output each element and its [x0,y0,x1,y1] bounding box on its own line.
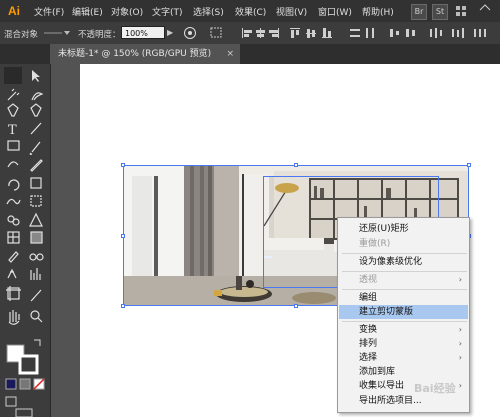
opacity-label: 不透明度： [78,30,121,40]
menu-separator [342,253,467,254]
artboard-tool-icon[interactable] [5,285,21,301]
menu-item-select-label: 选择 [359,353,378,363]
menu-item-redo[interactable]: 重做(R) [339,237,468,251]
document-tab[interactable]: 未标题-1* @ 150% (RGB/GPU 预览) × [50,44,240,64]
submenu-arrow-icon: › [458,339,462,348]
menu-bar: Ai 文件(F) 编辑(E) 对象(O) 文字(T) 选择(S) 效果(C) 视… [0,0,500,22]
menu-item-arrange[interactable]: 排列 › [339,337,468,351]
symbol-sprayer-tool-icon[interactable] [5,267,21,283]
resize-handle-top-left[interactable] [121,163,125,167]
menu-item-perspective[interactable]: 透视 › [339,273,468,287]
hand-tool-icon[interactable] [5,308,21,324]
free-transform-tool-icon[interactable] [28,194,44,210]
graph-tool-icon[interactable] [28,267,44,283]
stroke-selector[interactable] [42,28,70,38]
submenu-arrow-icon: › [458,275,462,284]
menu-item-select[interactable]: 选择 › [339,351,468,365]
scale-tool-icon[interactable] [28,176,44,192]
menu-item-transform-label: 变换 [359,325,378,335]
watermark: Bai经验 [414,382,456,395]
draw-mode-icon[interactable] [6,397,16,406]
none-mode-icon[interactable] [34,379,44,389]
menu-type[interactable]: 文字(T) [152,5,183,18]
menu-view[interactable]: 视图(V) [276,5,307,18]
submenu-arrow-icon: › [458,381,462,390]
blend-tool-icon[interactable] [28,249,44,265]
zoom-tool-icon[interactable] [28,308,44,324]
menu-file[interactable]: 文件(F) [34,5,64,18]
fill-stroke-swatches[interactable] [7,345,37,373]
gradient-mode-icon[interactable] [20,379,30,389]
menu-item-collect-label: 收集以导出 [359,381,405,391]
selection-tool-icon[interactable] [4,67,22,84]
menu-item-transform[interactable]: 变换 › [339,323,468,337]
swap-fill-stroke-icon[interactable] [34,340,42,348]
mesh-tool-icon[interactable] [5,230,21,246]
anchor-point [264,256,272,258]
resize-handle-top-right[interactable] [467,163,471,167]
close-tab-icon[interactable]: × [226,44,234,64]
perspective-grid-tool-icon[interactable] [28,212,44,228]
opacity-dropdown-icon[interactable]: ▶ [167,28,173,37]
line-tool-icon[interactable] [28,122,44,138]
workspace-dropdown-icon[interactable] [478,4,492,18]
stock-button[interactable]: St [432,4,448,20]
menu-effect[interactable]: 效果(C) [235,5,266,18]
pencil-tool-icon[interactable] [28,157,44,173]
direct-selection-tool-icon[interactable] [28,67,44,83]
submenu-arrow-icon: › [458,325,462,334]
document-tab-title: 未标题-1* @ 150% (RGB/GPU 预览) [58,49,212,59]
bridge-button[interactable]: Br [411,4,427,20]
resize-handle-top[interactable] [294,163,298,167]
shape-builder-tool-icon[interactable] [5,212,21,228]
resize-handle-bottom[interactable] [294,304,298,308]
color-mode-icon[interactable] [6,379,16,389]
control-bar: 混合对象 不透明度： 100% ▶ [0,22,500,45]
menu-window[interactable]: 窗口(W) [318,5,352,18]
menu-item-make-clipping-mask[interactable]: 建立剪切蒙版 [339,305,468,319]
illustrator-logo: Ai [8,4,20,18]
type-tool-icon[interactable] [5,122,21,138]
pen-tool-icon[interactable] [5,104,21,120]
menu-item-add-to-library[interactable]: 添加到库 [339,365,468,379]
menu-separator [342,321,467,322]
menu-item-pixel-perfect[interactable]: 设为像素级优化 [339,255,468,269]
menu-item-export-selection[interactable]: 导出所选项目... [339,394,468,408]
object-type-label: 混合对象 [4,30,39,40]
paintbrush-tool-icon[interactable] [28,139,44,155]
align-buttons[interactable] [240,27,490,39]
rotate-tool-icon[interactable] [5,176,21,192]
gradient-tool-icon[interactable] [28,230,44,246]
menu-separator [342,271,467,272]
workspace-grid-icon[interactable] [456,6,466,16]
menu-separator [342,289,467,290]
screen-mode-icon[interactable] [16,409,32,417]
shaper-tool-icon[interactable] [5,157,21,173]
opacity-input[interactable]: 100% [121,26,165,39]
magic-wand-tool-icon[interactable] [5,88,21,104]
lasso-tool-icon[interactable] [28,88,44,104]
menu-help[interactable]: 帮助(H) [362,5,394,18]
menu-item-group[interactable]: 编组 [339,291,468,305]
tools-panel: T [0,64,51,417]
menu-item-arrange-label: 排列 [359,339,378,349]
rectangle-tool-icon[interactable] [5,139,21,155]
align-to-icon[interactable] [210,27,224,39]
recolor-icon[interactable] [183,26,197,40]
menu-edit[interactable]: 编辑(E) [72,5,103,18]
resize-handle-bottom-left[interactable] [121,304,125,308]
warp-tool-icon[interactable] [5,194,21,210]
submenu-arrow-icon: › [458,353,462,362]
slice-tool-icon[interactable] [28,285,44,301]
curvature-tool-icon[interactable] [28,104,44,120]
menu-item-undo[interactable]: 还原(U)矩形 [339,222,468,236]
menu-select[interactable]: 选择(S) [193,5,224,18]
menu-item-perspective-label: 透视 [359,275,378,285]
eyedropper-tool-icon[interactable] [5,249,21,265]
menu-object[interactable]: 对象(O) [111,5,143,18]
resize-handle-left[interactable] [121,234,125,238]
